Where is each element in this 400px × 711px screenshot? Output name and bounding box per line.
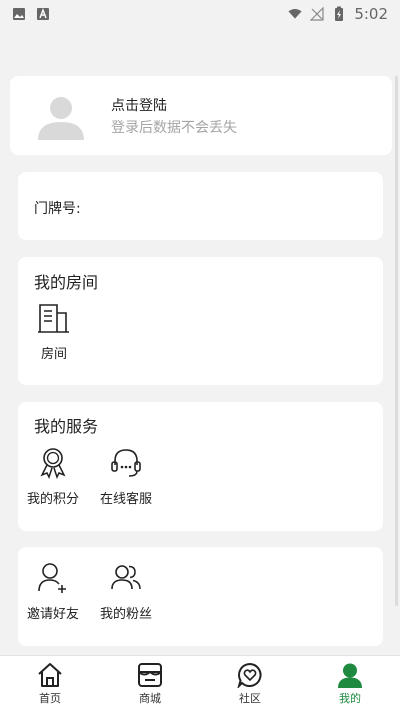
login-card[interactable]: 点击登陆 登录后数据不会丢失 (10, 76, 392, 155)
my-room-card: 我的房间 房间 (18, 257, 383, 385)
bottom-tab-bar: 首页 商城 社区 我的 (0, 655, 400, 711)
person-icon (338, 663, 362, 688)
door-number-label: 门牌号: (34, 201, 81, 217)
tab-mine-label: 我的 (339, 691, 361, 705)
store-icon (138, 662, 162, 687)
login-title[interactable]: 点击登陆 (111, 95, 167, 115)
section-title-room: 我的房间 (34, 273, 99, 292)
status-bar: 5:02 (0, 0, 400, 28)
home-icon (38, 662, 62, 687)
wifi-icon (288, 7, 302, 21)
points-item[interactable]: 我的积分 (21, 446, 85, 507)
tab-store[interactable]: 商城 (100, 656, 200, 711)
image-icon (12, 7, 26, 21)
room-item[interactable]: 房间 (22, 301, 86, 362)
online-service-item[interactable]: 在线客服 (94, 446, 158, 507)
tab-home-label: 首页 (39, 691, 61, 705)
invite-friends-item[interactable]: 邀请好友 (21, 561, 85, 622)
login-subtitle: 登录后数据不会丢失 (111, 120, 237, 136)
section-title-service: 我的服务 (34, 417, 99, 436)
building-icon (38, 304, 69, 333)
heart-chat-icon (237, 662, 262, 688)
my-fans-label: 我的粉丝 (99, 607, 152, 622)
door-number-card: 门牌号: (18, 172, 383, 240)
points-item-label: 我的积分 (26, 492, 79, 507)
tab-home[interactable]: 首页 (0, 656, 100, 711)
medal-icon (40, 448, 66, 479)
my-service-card: 我的服务 我的积分 在线客服 (18, 402, 383, 531)
tab-community[interactable]: 社区 (200, 656, 300, 711)
text-a-icon (36, 7, 50, 21)
room-item-label: 房间 (40, 347, 67, 362)
scrollbar[interactable] (395, 76, 398, 606)
friends-card: 邀请好友 我的粉丝 (18, 547, 383, 646)
my-fans-item[interactable]: 我的粉丝 (94, 561, 158, 622)
avatar-placeholder-icon (38, 97, 84, 140)
invite-friends-label: 邀请好友 (26, 607, 79, 622)
no-signal-icon (310, 7, 324, 21)
tab-mine[interactable]: 我的 (300, 656, 400, 711)
tab-community-label: 社区 (239, 691, 261, 705)
users-icon (111, 565, 141, 590)
battery-charging-icon (332, 6, 346, 21)
online-service-item-label: 在线客服 (99, 492, 152, 507)
status-time: 5:02 (354, 5, 388, 23)
headset-icon (111, 449, 141, 477)
add-user-icon (38, 563, 66, 593)
tab-store-label: 商城 (139, 691, 161, 705)
